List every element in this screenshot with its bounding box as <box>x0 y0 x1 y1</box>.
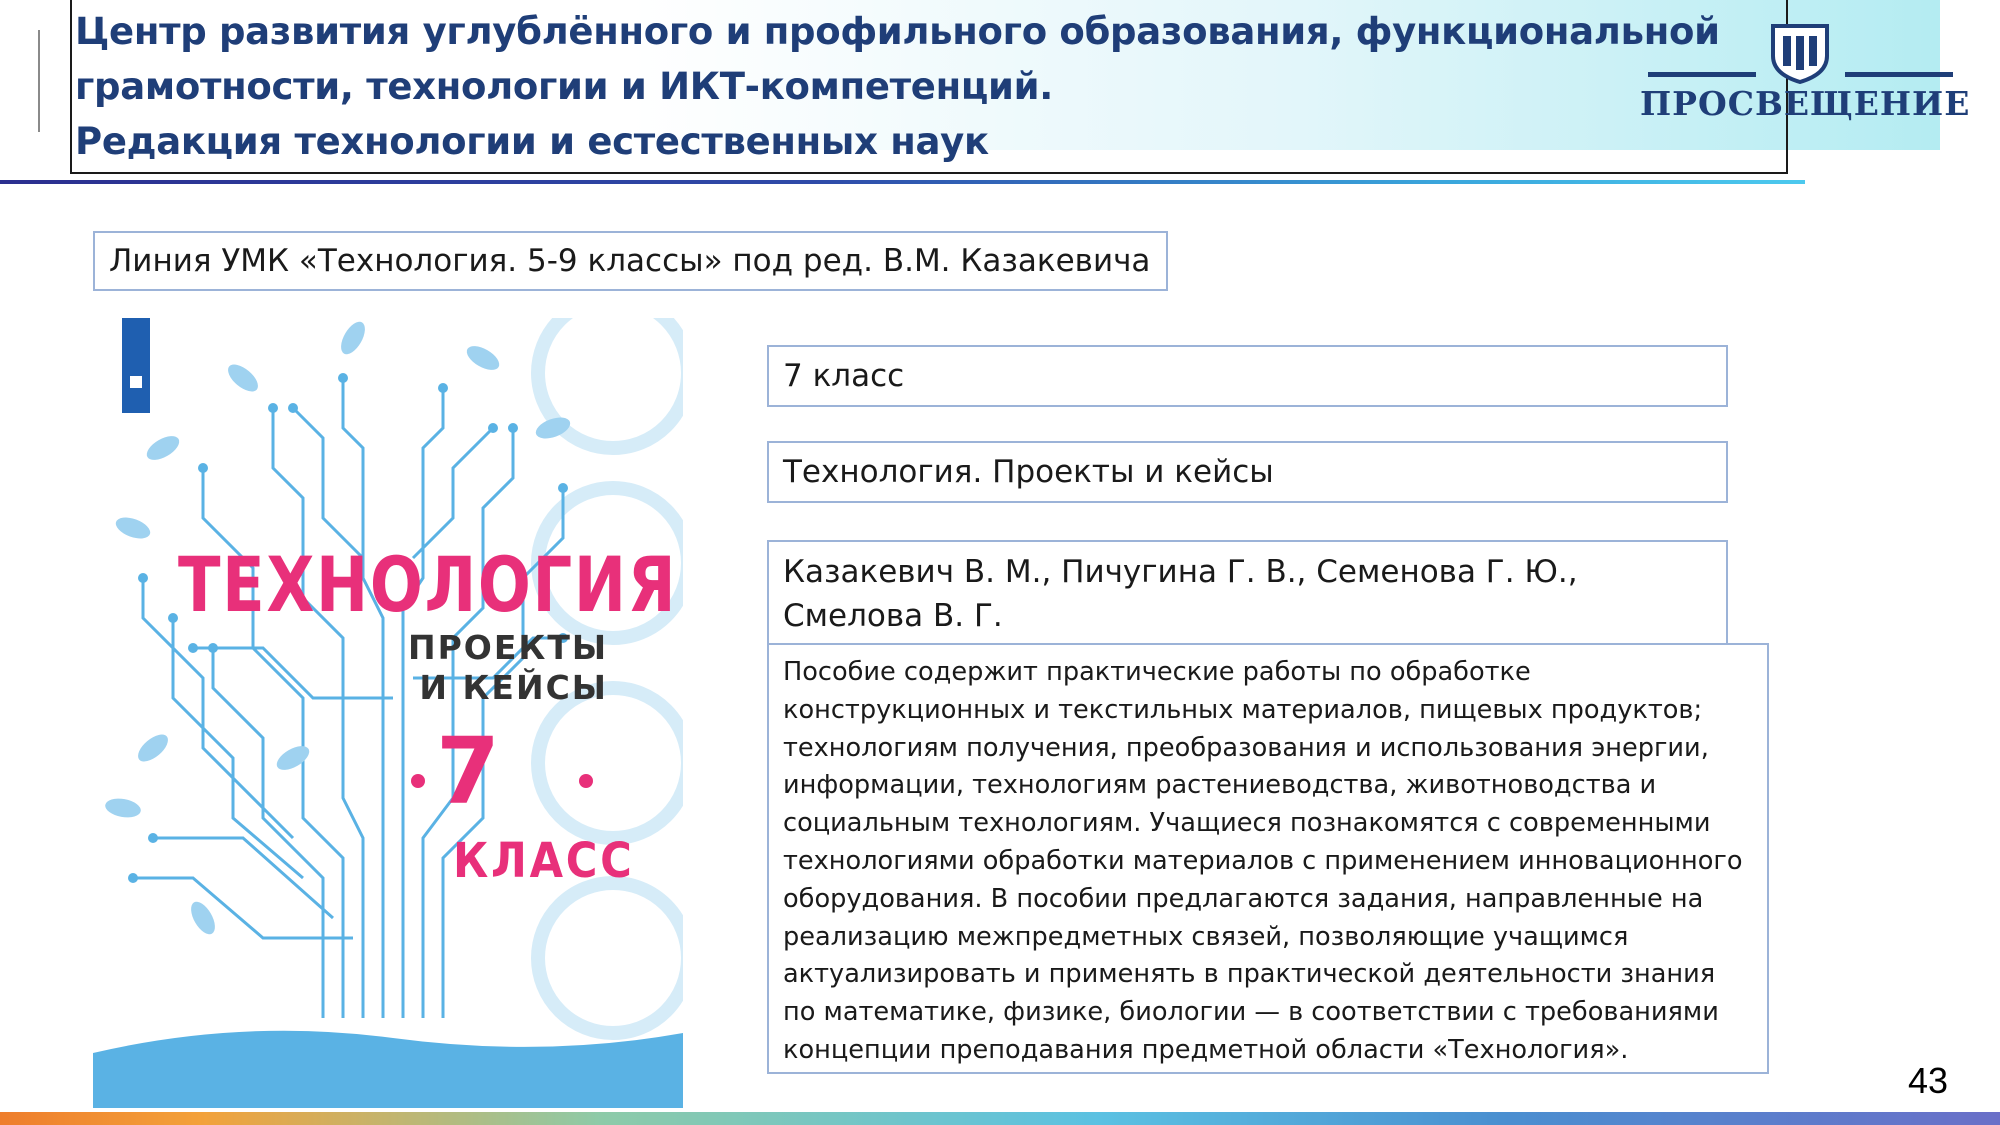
book-description: Пособие содержит практические работы по … <box>767 643 1769 1074</box>
page-number: 43 <box>1907 1060 1948 1101</box>
book-title: Технология. Проекты и кейсы <box>767 441 1728 503</box>
cover-subtitle-line-1: ПРОЕКТЫ <box>408 628 609 667</box>
header-title: Центр развития углублённого и профильног… <box>75 4 1735 169</box>
cover-illustration <box>93 318 683 1108</box>
logo-right-line <box>1845 72 1953 77</box>
logo-left-line <box>1648 72 1756 77</box>
footer-gradient-bar <box>0 1112 2000 1125</box>
logo-wordmark: ПРОСВЕЩЕНИЕ <box>1640 84 1971 123</box>
cover-grade-number: 7 <box>435 718 500 825</box>
header-underline <box>0 180 1805 184</box>
cover-grade-word: КЛАСС <box>453 833 635 889</box>
header-title-line-3: Редакция технологии и естественных наук <box>75 120 989 163</box>
header-left-divider <box>38 30 40 132</box>
book-authors: Казакевич В. М., Пичугина Г. В., Семенов… <box>767 540 1728 647</box>
cover-grade-dot-right <box>579 774 593 788</box>
cover-grade-dot-left <box>411 774 425 788</box>
header-title-line-1: Центр развития углублённого и профильног… <box>75 10 1720 53</box>
book-cover: ТЕХНОЛОГИЯ ПРОЕКТЫ И КЕЙСЫ 7 КЛАСС <box>93 318 683 1108</box>
cover-subtitle-line-2: И КЕЙСЫ <box>419 668 608 707</box>
series-label: Линия УМК «Технология. 5-9 классы» под р… <box>93 231 1168 291</box>
header-title-line-2: грамотности, технологии и ИКТ-компетенци… <box>75 65 1053 108</box>
book-grade: 7 класс <box>767 345 1728 407</box>
prosveshchenie-logo: ПРОСВЕЩЕНИЕ <box>1640 22 1971 132</box>
cover-title: ТЕХНОЛОГИЯ <box>178 540 678 629</box>
prosveshchenie-shield-icon <box>1771 24 1829 84</box>
cover-publisher-tab <box>122 318 150 413</box>
